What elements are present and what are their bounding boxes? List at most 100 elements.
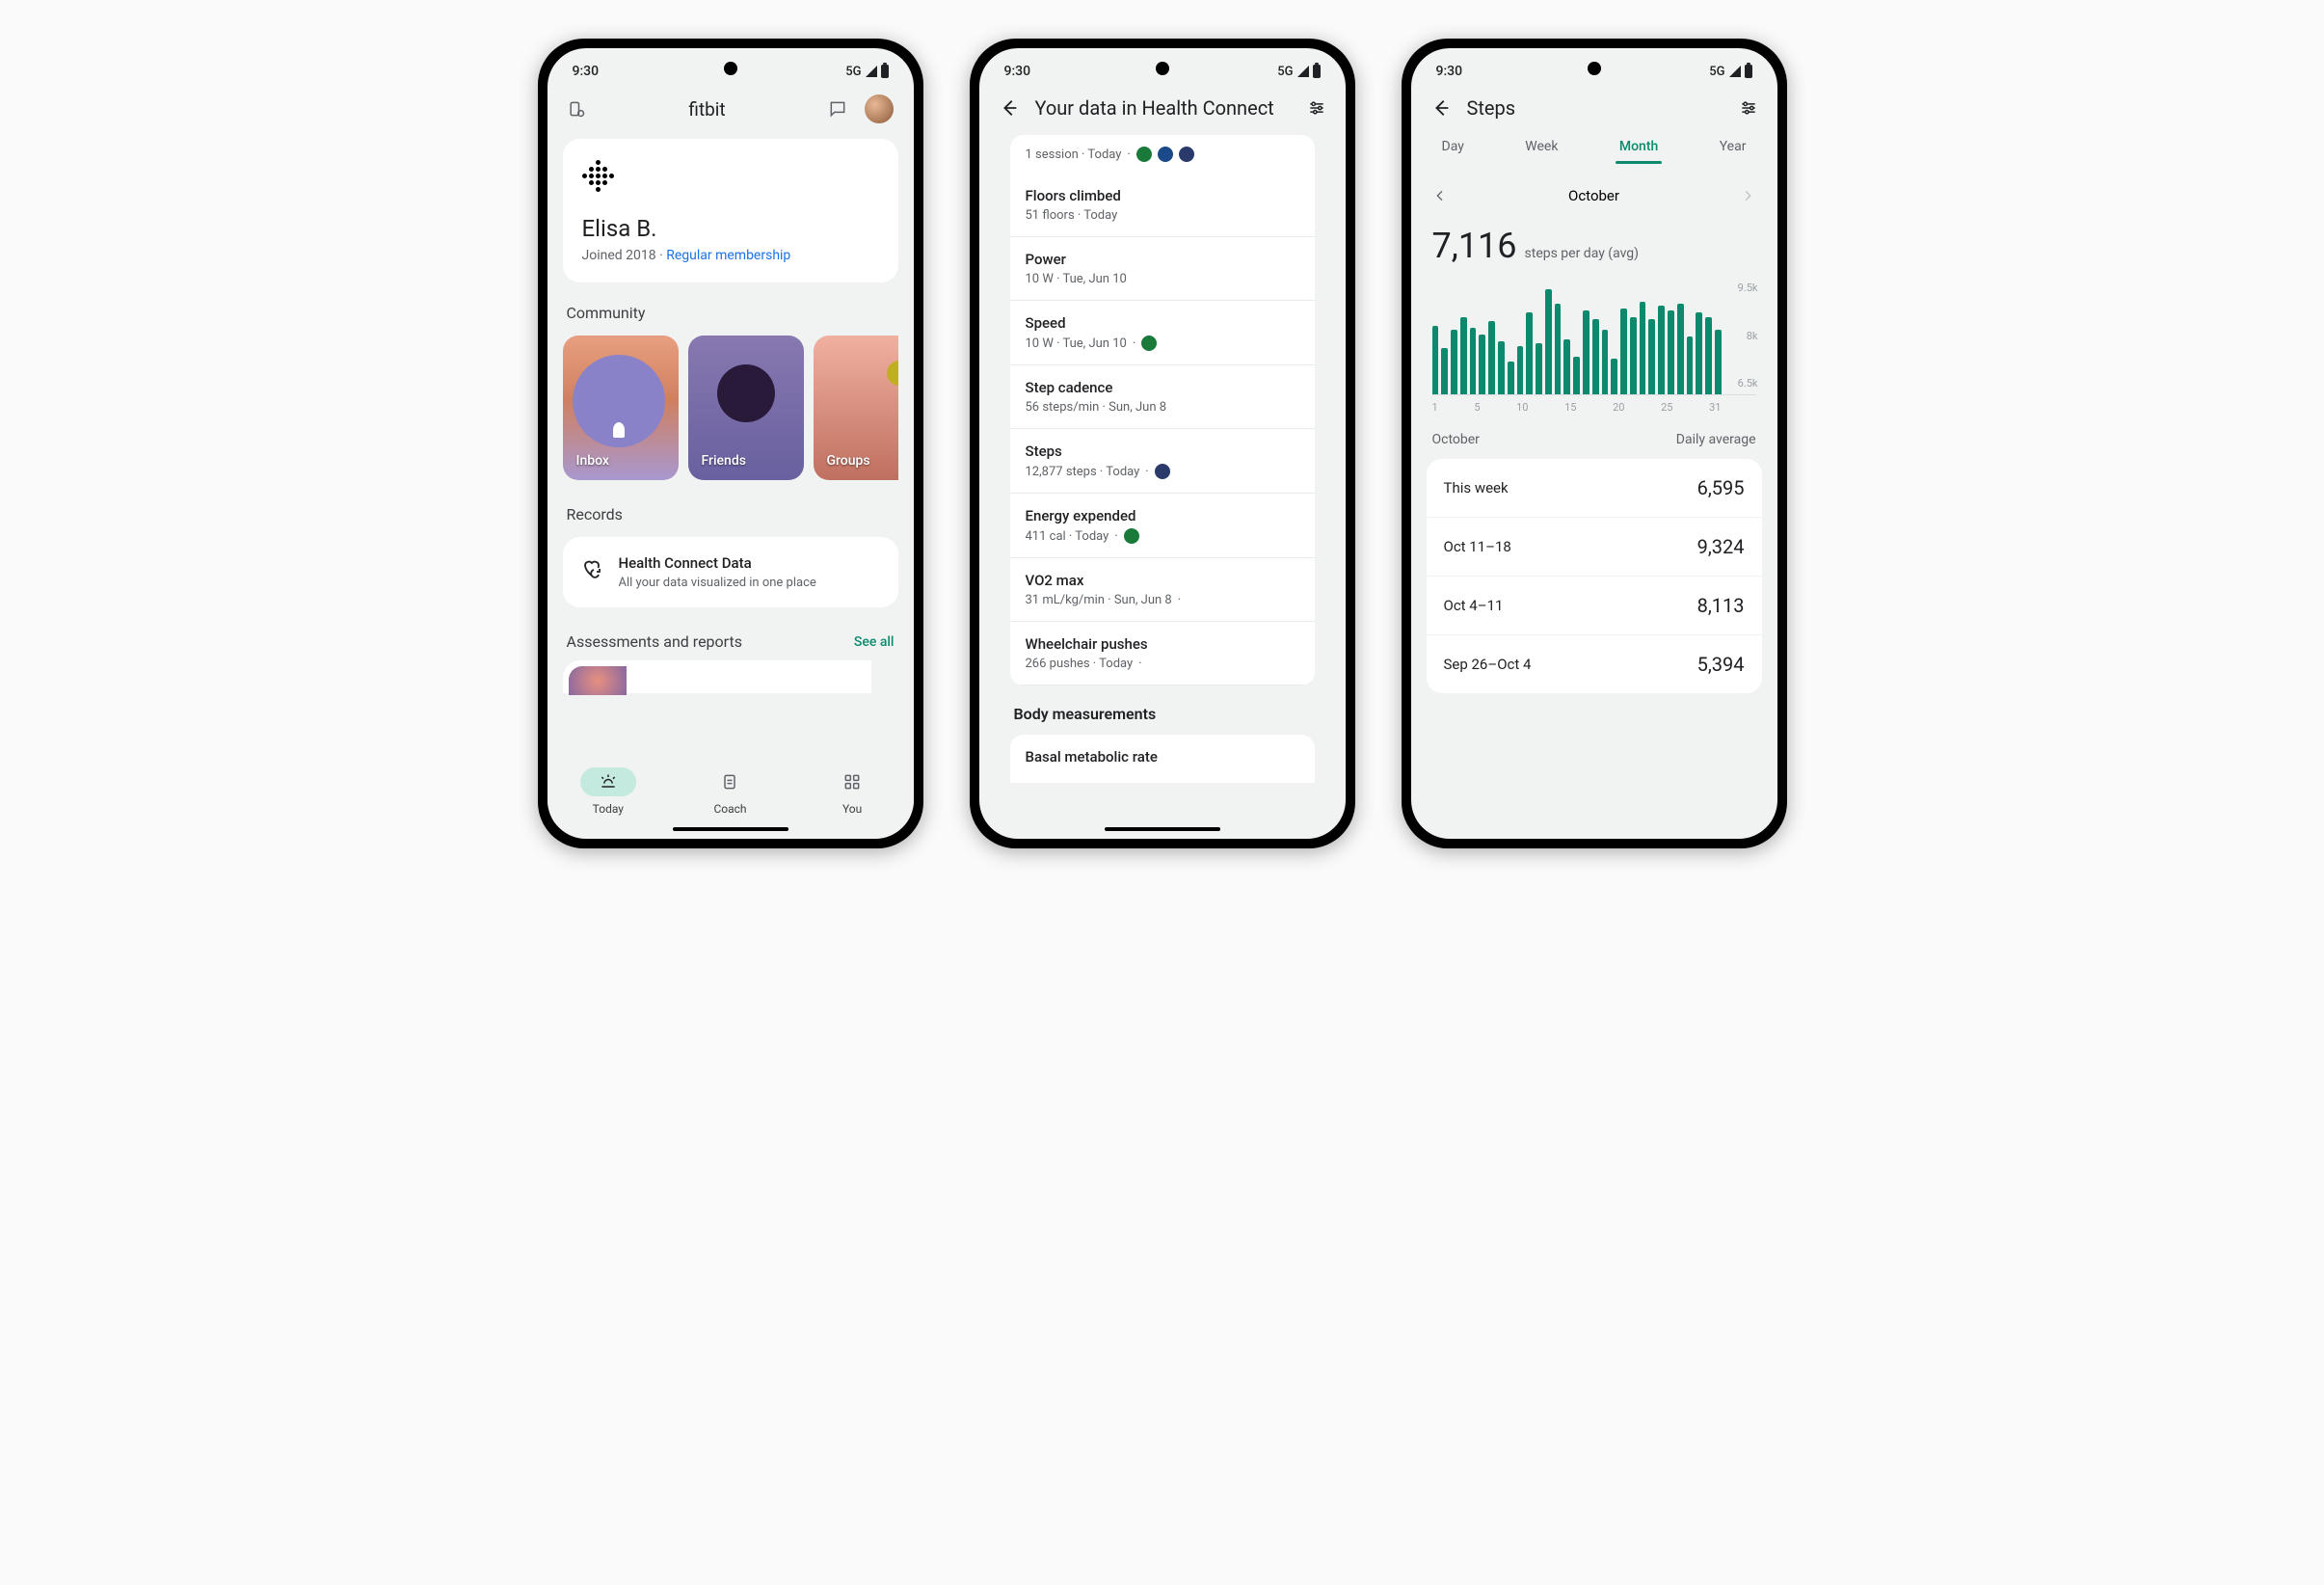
chevron-left-icon[interactable]: [1432, 188, 1448, 203]
community-row[interactable]: Inbox Friends Groups: [563, 336, 898, 480]
health-connect-card[interactable]: Health Connect Data All your data visual…: [563, 537, 898, 607]
chart-bar[interactable]: [1648, 319, 1655, 394]
status-network: 5G: [1709, 65, 1724, 79]
steps-bar-chart[interactable]: 9.5k8k6.5k 151015202531: [1427, 270, 1762, 415]
back-arrow-icon[interactable]: [1430, 97, 1452, 119]
chart-bar[interactable]: [1545, 289, 1552, 394]
chart-bar[interactable]: [1658, 306, 1665, 394]
heart-sync-icon: [580, 556, 603, 579]
tab-year[interactable]: Year: [1716, 133, 1750, 164]
tune-icon[interactable]: [1739, 98, 1758, 118]
page-title: Steps: [1467, 96, 1723, 120]
profile-card[interactable]: Elisa B. Joined 2018 · Regular membershi…: [563, 139, 898, 282]
profile-avatar[interactable]: [865, 94, 894, 123]
chart-bar[interactable]: [1620, 309, 1627, 394]
avg-steps-value: 7,116: [1432, 226, 1517, 266]
tab-day[interactable]: Day: [1438, 133, 1468, 164]
chart-bar[interactable]: [1668, 310, 1674, 394]
assessment-card-peek[interactable]: [563, 660, 898, 693]
chevron-right-icon[interactable]: [1740, 188, 1755, 203]
records-header: Records: [567, 505, 895, 524]
data-row-energy[interactable]: Energy expended 411 cal · Today ·: [1010, 494, 1315, 558]
nav-you[interactable]: You: [824, 767, 880, 816]
chart-bar[interactable]: [1498, 341, 1505, 394]
chart-bar[interactable]: [1526, 312, 1533, 394]
home-indicator[interactable]: [1105, 827, 1220, 831]
fitbit-logo-icon: [582, 160, 879, 192]
see-all-link[interactable]: See all: [854, 634, 895, 650]
chart-bar[interactable]: [1563, 339, 1570, 394]
profile-subtitle: Joined 2018 · Regular membership: [582, 248, 879, 263]
chart-bar[interactable]: [1441, 348, 1448, 394]
chart-bar[interactable]: [1536, 343, 1542, 394]
record-title: Health Connect Data: [619, 554, 816, 572]
status-network: 5G: [845, 65, 861, 79]
chart-bar[interactable]: [1687, 336, 1694, 394]
home-indicator[interactable]: [673, 827, 788, 831]
community-card-friends[interactable]: Friends: [688, 336, 804, 480]
chart-bar[interactable]: [1677, 304, 1684, 394]
y-axis-labels: 9.5k8k6.5k: [1738, 282, 1758, 390]
status-time: 9:30: [1436, 64, 1463, 79]
chart-bar[interactable]: [1470, 328, 1477, 394]
data-row-cadence[interactable]: Step cadence 56 steps/min · Sun, Jun 8: [1010, 365, 1315, 429]
data-row-vo2[interactable]: VO2 max 31 mL/kg/min · Sun, Jun 8 ·: [1010, 558, 1315, 622]
battery-icon: [881, 65, 889, 78]
chart-bar[interactable]: [1573, 357, 1580, 394]
signal-icon: [866, 66, 877, 77]
tab-week[interactable]: Week: [1521, 133, 1562, 164]
chart-bar[interactable]: [1460, 317, 1467, 394]
membership-link[interactable]: Regular membership: [666, 248, 790, 263]
chart-bar[interactable]: [1583, 310, 1589, 394]
app-title: fitbit: [688, 98, 725, 121]
summary-row[interactable]: Oct 11–189,324: [1427, 518, 1762, 577]
data-row-speed[interactable]: Speed 10 W · Tue, Jun 10 ·: [1010, 301, 1315, 365]
device-icon[interactable]: [567, 99, 586, 119]
clipboard-icon: [720, 772, 739, 792]
chat-icon[interactable]: [828, 99, 847, 119]
session-row[interactable]: 1 session · Today ·: [1010, 135, 1315, 174]
source-dot-icon: [1179, 147, 1194, 162]
chart-bar[interactable]: [1479, 335, 1485, 394]
body-measurements-header: Body measurements: [995, 685, 1330, 735]
chart-bar[interactable]: [1696, 312, 1702, 394]
data-row-wheelchair[interactable]: Wheelchair pushes 266 pushes · Today ·: [1010, 622, 1315, 685]
x-axis-labels: 151015202531: [1432, 395, 1756, 414]
back-arrow-icon[interactable]: [999, 97, 1020, 119]
tune-icon[interactable]: [1307, 98, 1326, 118]
tab-month[interactable]: Month: [1616, 133, 1662, 164]
chart-bar[interactable]: [1630, 317, 1637, 394]
chart-bar[interactable]: [1705, 317, 1712, 394]
summary-row[interactable]: This week6,595: [1427, 459, 1762, 518]
avg-steps-unit: steps per day (avg): [1525, 246, 1640, 261]
data-row-bmr[interactable]: Basal metabolic rate: [1010, 735, 1315, 783]
community-card-groups[interactable]: Groups: [814, 336, 898, 480]
chart-bar[interactable]: [1517, 346, 1524, 394]
chart-bar[interactable]: [1715, 330, 1722, 394]
phone-mockup-3: 9:30 5G Steps Day Week Month Year Octobe: [1402, 39, 1787, 848]
source-dot-icon: [1136, 147, 1152, 162]
chart-bar[interactable]: [1592, 319, 1599, 394]
chart-bar[interactable]: [1555, 304, 1562, 394]
chart-bar[interactable]: [1602, 330, 1609, 394]
data-row-steps[interactable]: Steps 12,877 steps · Today ·: [1010, 429, 1315, 494]
community-card-inbox[interactable]: Inbox: [563, 336, 679, 480]
summary-row[interactable]: Oct 4–118,113: [1427, 577, 1762, 635]
chart-bar[interactable]: [1451, 330, 1457, 394]
source-dot-icon: [1158, 147, 1173, 162]
summary-row[interactable]: Sep 26–Oct 45,394: [1427, 635, 1762, 693]
status-time: 9:30: [573, 64, 600, 79]
chart-bar[interactable]: [1432, 326, 1439, 394]
status-bar: 9:30 5G: [979, 48, 1346, 87]
data-row-power[interactable]: Power 10 W · Tue, Jun 10: [1010, 237, 1315, 301]
chart-bar[interactable]: [1611, 359, 1617, 394]
chart-bar[interactable]: [1488, 321, 1495, 394]
phone-mockup-1: 9:30 5G fitbit: [538, 39, 923, 848]
data-row-floors[interactable]: Floors climbed 51 floors · Today: [1010, 174, 1315, 237]
time-range-tabs: Day Week Month Year: [1427, 133, 1762, 170]
chart-bar[interactable]: [1640, 302, 1646, 394]
battery-icon: [1745, 65, 1752, 78]
chart-bar[interactable]: [1508, 362, 1514, 394]
nav-coach[interactable]: Coach: [702, 767, 758, 816]
nav-today[interactable]: Today: [580, 767, 636, 816]
